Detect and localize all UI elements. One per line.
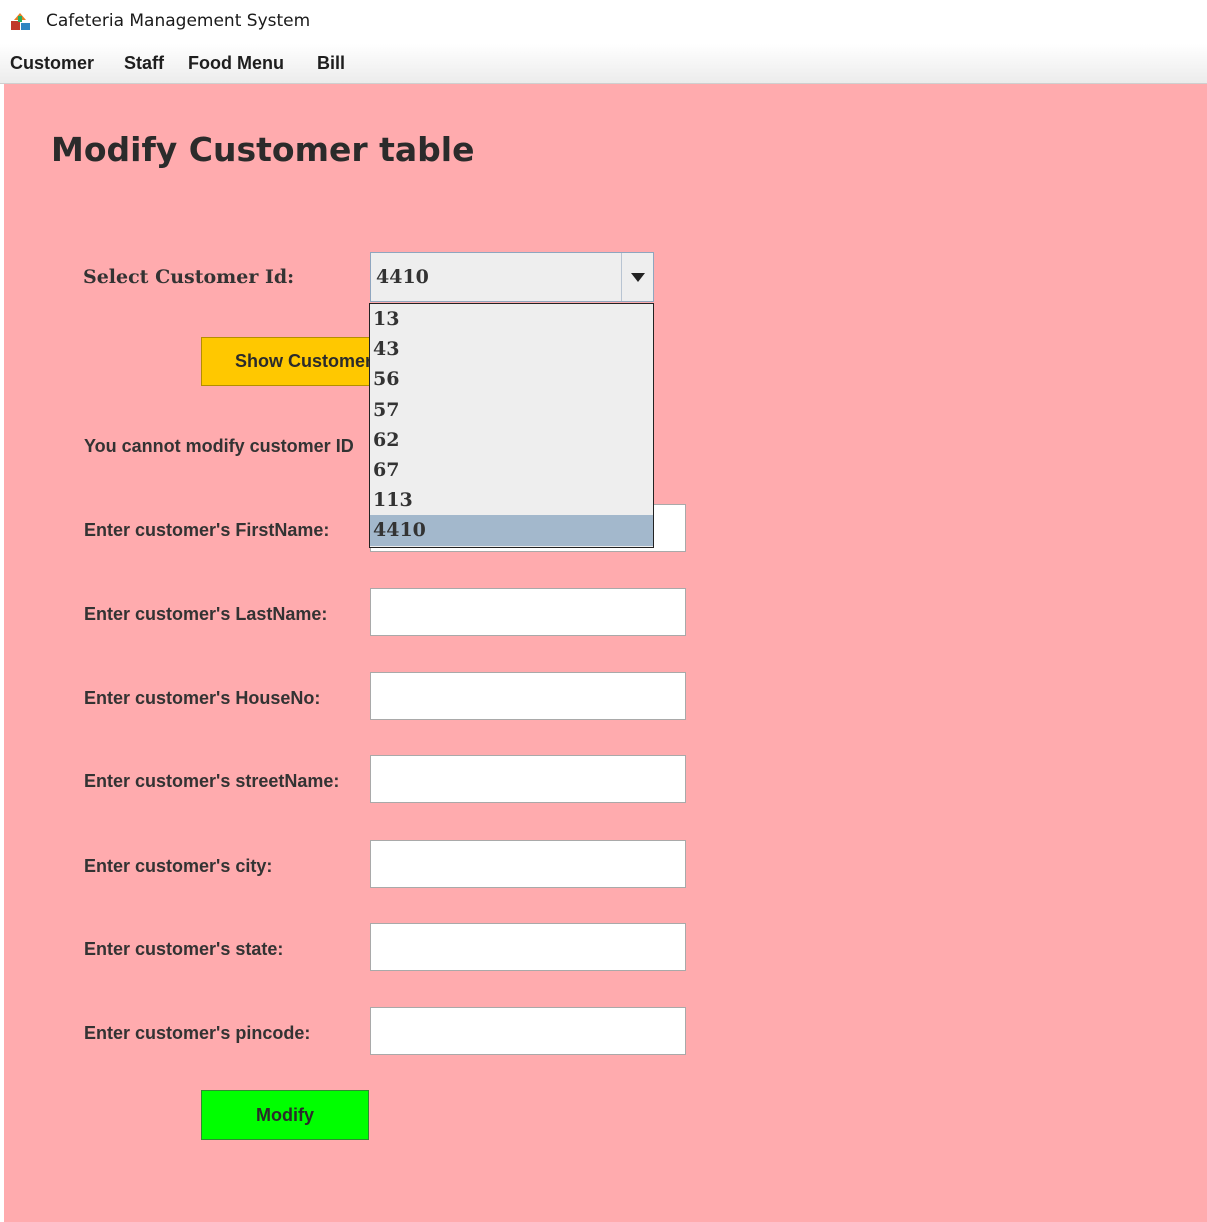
modify-customer-panel: Modify Customer table Select Customer Id… [4, 84, 1207, 1222]
street-name-label: Enter customer's streetName: [84, 771, 340, 791]
dropdown-option[interactable]: 62 [370, 425, 653, 455]
java-app-icon [10, 12, 32, 32]
menu-bill[interactable]: Bill [317, 53, 345, 74]
pincode-field[interactable] [370, 1007, 686, 1055]
last-name-field[interactable] [370, 588, 686, 636]
dropdown-option[interactable]: 56 [370, 364, 653, 394]
dropdown-option[interactable]: 113 [370, 485, 653, 515]
city-label: Enter customer's city: [84, 856, 273, 876]
dropdown-option[interactable]: 13 [370, 304, 653, 334]
dropdown-option[interactable]: 43 [370, 334, 653, 364]
first-name-label: Enter customer's FirstName: [84, 520, 330, 540]
window-title: Cafeteria Management System [46, 11, 311, 31]
dropdown-option[interactable]: 57 [370, 395, 653, 425]
menu-staff[interactable]: Staff [124, 53, 164, 74]
customer-id-combobox[interactable]: 4410 [370, 252, 654, 302]
house-no-label: Enter customer's HouseNo: [84, 688, 321, 708]
menu-bar: Customer Staff Food Menu Bill [0, 44, 1207, 84]
state-label: Enter customer's state: [84, 939, 284, 959]
last-name-label: Enter customer's LastName: [84, 604, 328, 624]
dropdown-option[interactable]: 4410 [370, 515, 653, 546]
show-customer-button[interactable]: Show Customer [201, 337, 371, 386]
select-customer-id-label: Select Customer Id: [83, 266, 295, 288]
page-title: Modify Customer table [51, 130, 475, 169]
window-titlebar: Cafeteria Management System [0, 0, 1207, 44]
menu-customer[interactable]: Customer [10, 53, 94, 74]
triangle-down-icon [631, 273, 645, 282]
modify-button[interactable]: Modify [201, 1090, 369, 1140]
combo-dropdown-button[interactable] [621, 253, 653, 301]
customer-id-note: You cannot modify customer ID [84, 436, 354, 456]
customer-id-dropdown-list: 13 43 56 57 62 67 113 4410 [369, 303, 654, 548]
city-field[interactable] [370, 840, 686, 888]
pincode-label: Enter customer's pincode: [84, 1023, 311, 1043]
combo-selected-value: 4410 [376, 266, 429, 288]
house-no-field[interactable] [370, 672, 686, 720]
street-name-field[interactable] [370, 755, 686, 803]
menu-food-menu[interactable]: Food Menu [188, 53, 284, 74]
state-field[interactable] [370, 923, 686, 971]
dropdown-option[interactable]: 67 [370, 455, 653, 485]
